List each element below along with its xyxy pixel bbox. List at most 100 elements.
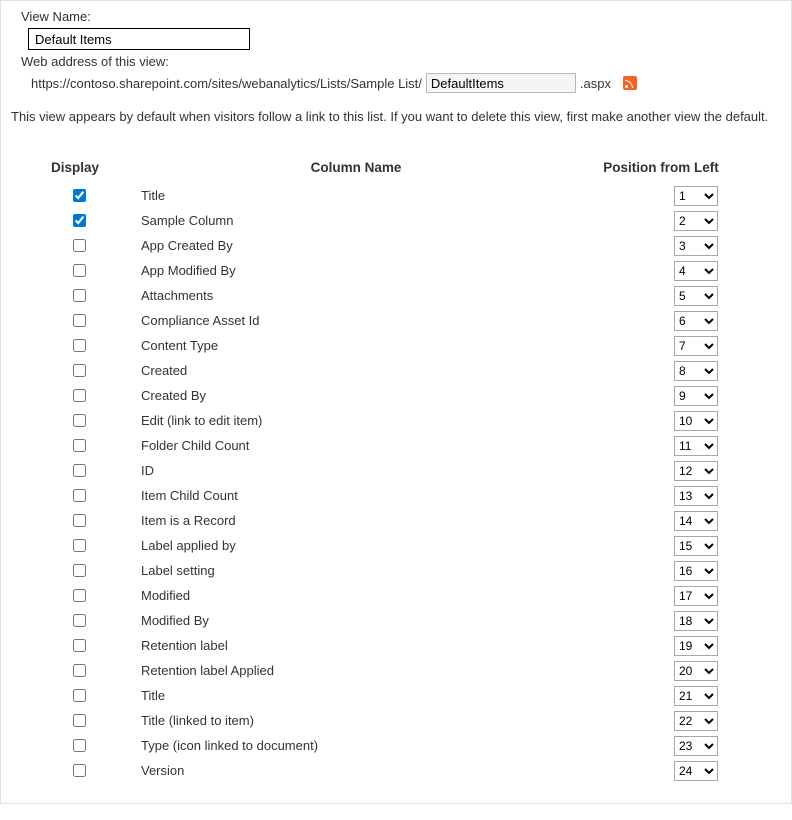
column-name-cell: ID <box>141 463 571 478</box>
display-checkbox[interactable] <box>73 589 86 602</box>
table-row: Compliance Asset Id 123456789101112131415… <box>51 308 751 333</box>
position-select[interactable]: 123456789101112131415161718192021222324 <box>674 586 718 606</box>
position-select[interactable]: 123456789101112131415161718192021222324 <box>674 436 718 456</box>
table-row: Attachments 12345678910111213141516171819… <box>51 283 751 308</box>
column-name-cell: Title <box>141 688 571 703</box>
display-checkbox[interactable] <box>73 739 86 752</box>
position-select[interactable]: 123456789101112131415161718192021222324 <box>674 536 718 556</box>
display-checkbox[interactable] <box>73 489 86 502</box>
position-select[interactable]: 123456789101112131415161718192021222324 <box>674 461 718 481</box>
table-row: Title 12345678910111213141516171819202122… <box>51 683 751 708</box>
column-name-cell: Created By <box>141 388 571 403</box>
position-select[interactable]: 123456789101112131415161718192021222324 <box>674 611 718 631</box>
table-row: Label setting 123456789101112131415161718… <box>51 558 751 583</box>
rss-icon[interactable] <box>623 76 637 90</box>
display-checkbox[interactable] <box>73 639 86 652</box>
display-checkbox[interactable] <box>73 514 86 527</box>
position-select[interactable]: 123456789101112131415161718192021222324 <box>674 761 718 781</box>
column-name-cell: App Modified By <box>141 263 571 278</box>
table-row: Modified By12345678910111213141516171819… <box>51 608 751 633</box>
table-row: Title 12345678910111213141516171819202122… <box>51 183 751 208</box>
position-select[interactable]: 123456789101112131415161718192021222324 <box>674 286 718 306</box>
view-name-input[interactable] <box>28 28 250 50</box>
table-row: Label applied by123456789101112131415161… <box>51 533 751 558</box>
display-checkbox[interactable] <box>73 339 86 352</box>
column-name-cell: Type (icon linked to document) <box>141 738 571 753</box>
info-text: This view appears by default when visito… <box>11 109 781 124</box>
display-checkbox[interactable] <box>73 189 86 202</box>
display-checkbox[interactable] <box>73 464 86 477</box>
display-checkbox[interactable] <box>73 539 86 552</box>
column-name-cell: Retention label Applied <box>141 663 571 678</box>
position-select[interactable]: 123456789101112131415161718192021222324 <box>674 486 718 506</box>
display-checkbox[interactable] <box>73 214 86 227</box>
position-select[interactable]: 123456789101112131415161718192021222324 <box>674 561 718 581</box>
column-name-cell: Folder Child Count <box>141 438 571 453</box>
header-column-name: Column Name <box>141 160 571 175</box>
view-name-label: View Name: <box>21 9 781 24</box>
table-row: ID 12345678910111213141516171819202122232… <box>51 458 751 483</box>
column-name-cell: Version <box>141 763 571 778</box>
display-checkbox[interactable] <box>73 614 86 627</box>
display-checkbox[interactable] <box>73 314 86 327</box>
table-row: Folder Child Count 1234567891011121314151… <box>51 433 751 458</box>
table-row: Version 123456789101112131415161718192021… <box>51 758 751 783</box>
table-row: Item is a Record 123456789101112131415161… <box>51 508 751 533</box>
display-checkbox[interactable] <box>73 364 86 377</box>
table-row: Sample Column 123456789101112131415161718… <box>51 208 751 233</box>
url-segment-input[interactable] <box>426 73 576 93</box>
display-checkbox[interactable] <box>73 564 86 577</box>
display-checkbox[interactable] <box>73 714 86 727</box>
column-name-cell: Title <box>141 188 571 203</box>
position-select[interactable]: 123456789101112131415161718192021222324 <box>674 636 718 656</box>
table-row: Content Type 1234567891011121314151617181… <box>51 333 751 358</box>
position-select[interactable]: 123456789101112131415161718192021222324 <box>674 361 718 381</box>
column-name-cell: Edit (link to edit item) <box>141 413 571 428</box>
display-checkbox[interactable] <box>73 389 86 402</box>
position-select[interactable]: 123456789101112131415161718192021222324 <box>674 411 718 431</box>
column-name-cell: Content Type <box>141 338 571 353</box>
position-select[interactable]: 123456789101112131415161718192021222324 <box>674 336 718 356</box>
table-row: Title (linked to item) 123456789101112131… <box>51 708 751 733</box>
position-select[interactable]: 123456789101112131415161718192021222324 <box>674 511 718 531</box>
display-checkbox[interactable] <box>73 439 86 452</box>
web-address-label: Web address of this view: <box>21 54 781 69</box>
column-name-cell: Title (linked to item) <box>141 713 571 728</box>
display-checkbox[interactable] <box>73 689 86 702</box>
column-name-cell: Label setting <box>141 563 571 578</box>
url-suffix-text: .aspx <box>580 76 611 91</box>
display-checkbox[interactable] <box>73 289 86 302</box>
column-name-cell: Item is a Record <box>141 513 571 528</box>
table-row: Item Child Count123456789101112131415161… <box>51 483 751 508</box>
column-name-cell: Compliance Asset Id <box>141 313 571 328</box>
display-checkbox[interactable] <box>73 264 86 277</box>
column-name-cell: Created <box>141 363 571 378</box>
table-row: Retention label Applied 12345678910111213… <box>51 658 751 683</box>
display-checkbox[interactable] <box>73 414 86 427</box>
position-select[interactable]: 123456789101112131415161718192021222324 <box>674 186 718 206</box>
columns-table: Display Column Name Position from Left T… <box>51 160 751 783</box>
table-row: App Created By 12345678910111213141516171… <box>51 233 751 258</box>
table-row: Modified 12345678910111213141516171819202… <box>51 583 751 608</box>
position-select[interactable]: 123456789101112131415161718192021222324 <box>674 261 718 281</box>
header-display: Display <box>51 160 141 175</box>
display-checkbox[interactable] <box>73 239 86 252</box>
position-select[interactable]: 123456789101112131415161718192021222324 <box>674 711 718 731</box>
column-name-cell: Sample Column <box>141 213 571 228</box>
position-select[interactable]: 123456789101112131415161718192021222324 <box>674 736 718 756</box>
display-checkbox[interactable] <box>73 764 86 777</box>
column-name-cell: Retention label <box>141 638 571 653</box>
position-select[interactable]: 123456789101112131415161718192021222324 <box>674 386 718 406</box>
url-prefix-text: https://contoso.sharepoint.com/sites/web… <box>31 76 422 91</box>
table-row: App Modified By 1234567891011121314151617… <box>51 258 751 283</box>
position-select[interactable]: 123456789101112131415161718192021222324 <box>674 661 718 681</box>
display-checkbox[interactable] <box>73 664 86 677</box>
column-name-cell: Modified <box>141 588 571 603</box>
position-select[interactable]: 123456789101112131415161718192021222324 <box>674 211 718 231</box>
position-select[interactable]: 123456789101112131415161718192021222324 <box>674 236 718 256</box>
column-name-cell: App Created By <box>141 238 571 253</box>
position-select[interactable]: 123456789101112131415161718192021222324 <box>674 311 718 331</box>
table-row: Edit (link to edit item) 1234567891011121… <box>51 408 751 433</box>
position-select[interactable]: 123456789101112131415161718192021222324 <box>674 686 718 706</box>
column-name-cell: Attachments <box>141 288 571 303</box>
